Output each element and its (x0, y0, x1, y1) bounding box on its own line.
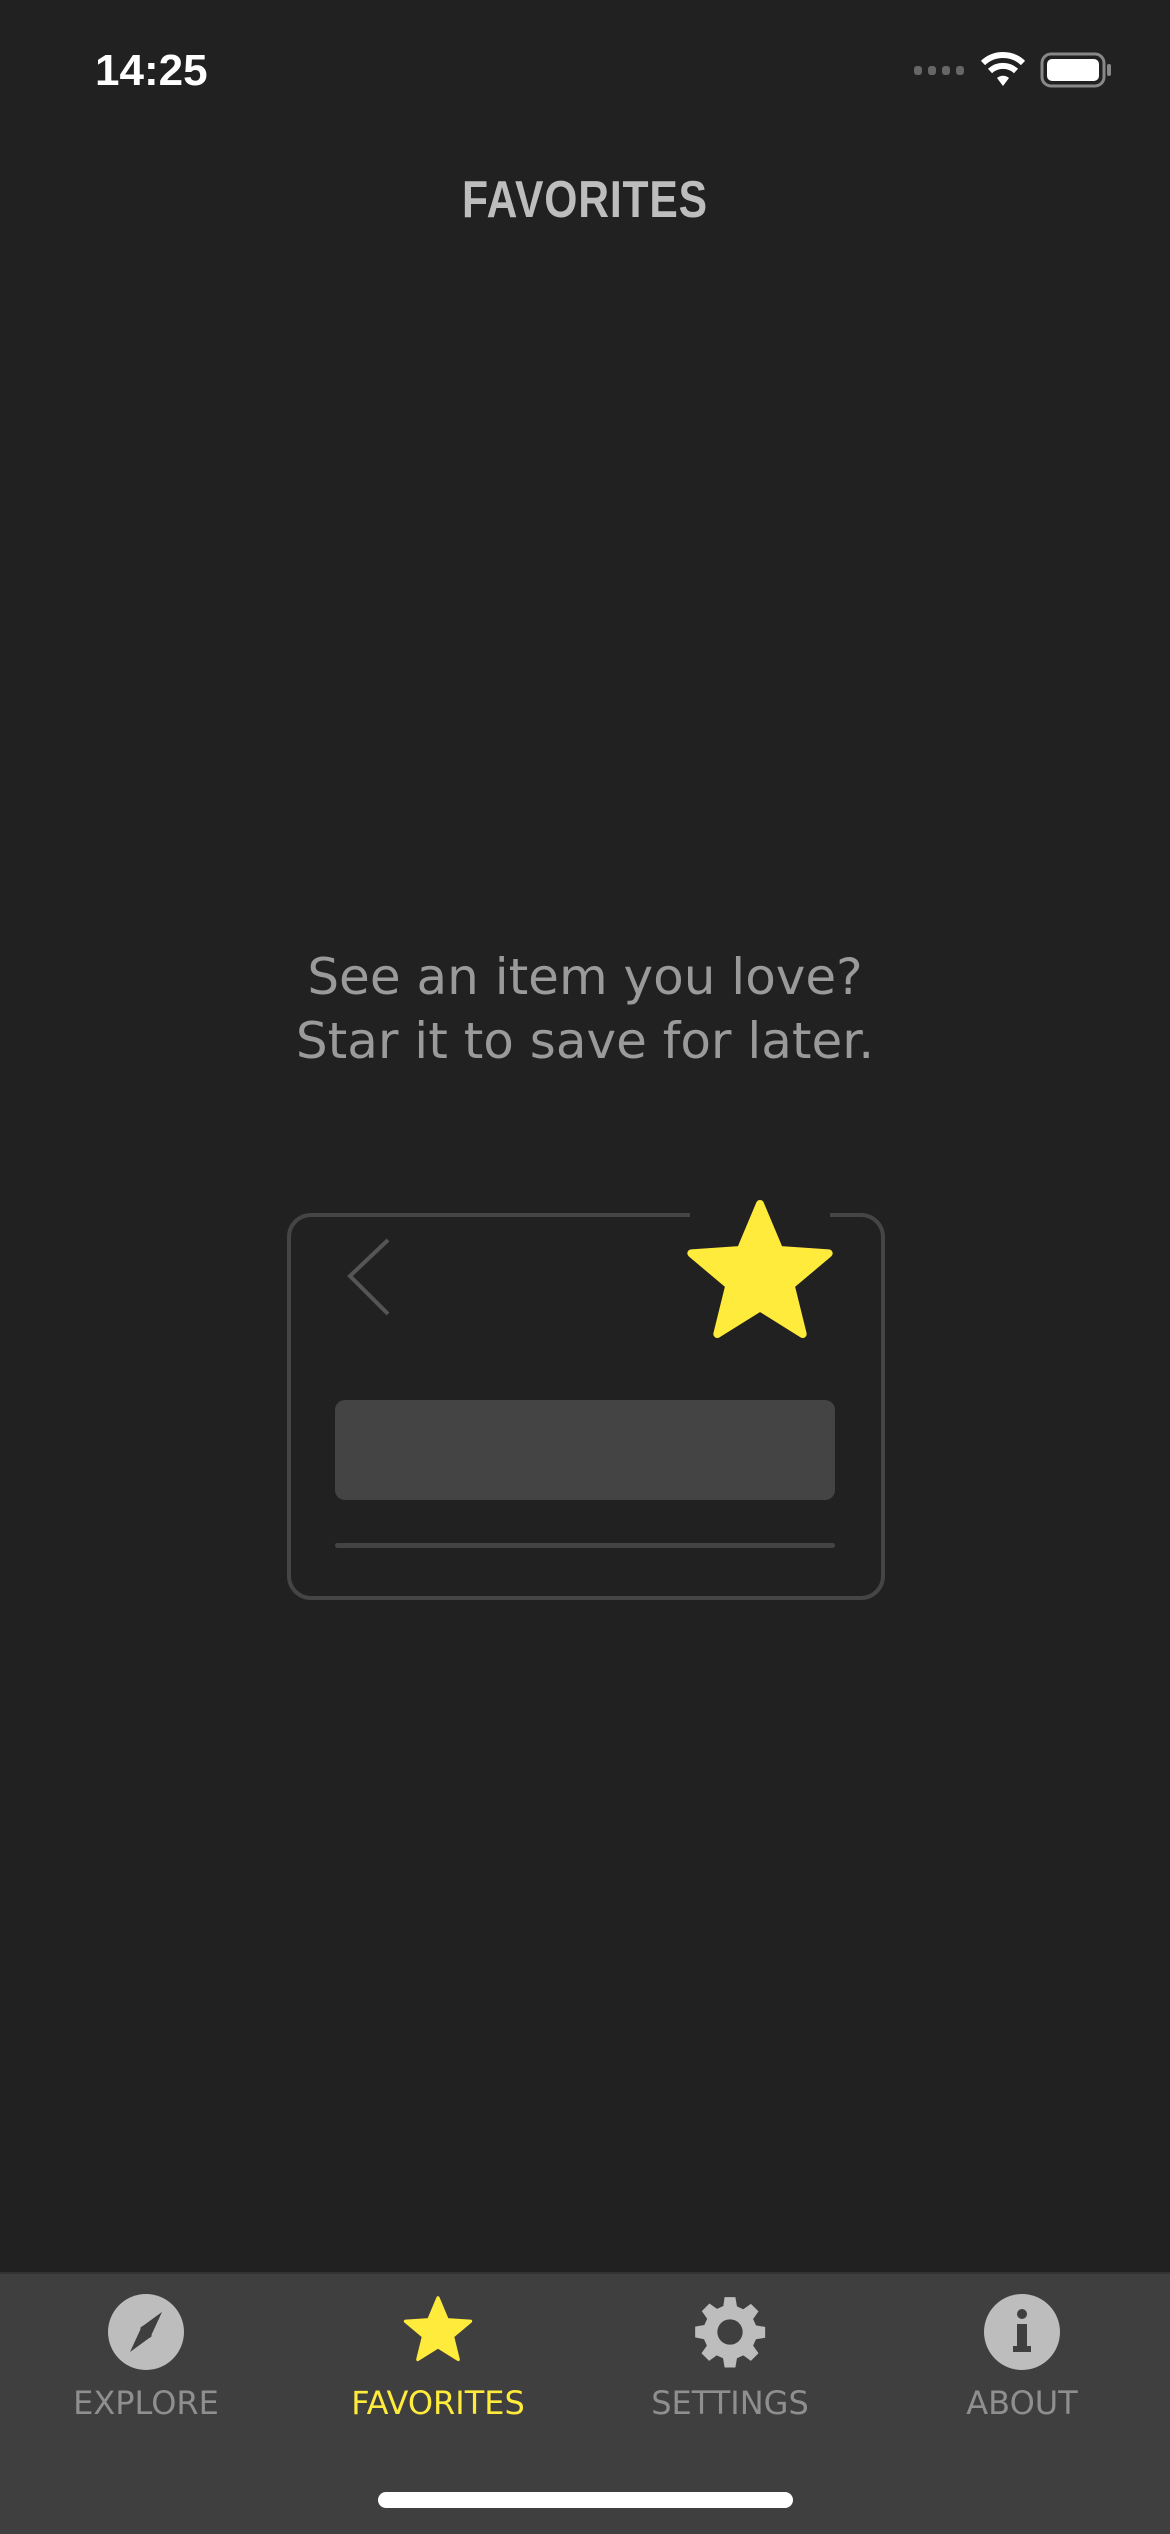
home-indicator[interactable] (378, 2492, 793, 2508)
tab-about[interactable]: ABOUT (876, 2294, 1168, 2422)
illustration-line (335, 1543, 835, 1548)
chevron-left-icon (347, 1238, 390, 1316)
tab-label: SETTINGS (651, 2384, 809, 2422)
tab-label: FAVORITES (351, 2384, 525, 2422)
battery-icon (1040, 52, 1111, 88)
star-icon (687, 1200, 833, 1338)
compass-icon (108, 2294, 184, 2370)
status-time: 14:25 (95, 46, 208, 95)
tab-explore[interactable]: EXPLORE (0, 2294, 292, 2422)
tab-favorites[interactable]: FAVORITES (292, 2294, 584, 2422)
star-icon (403, 2296, 473, 2362)
illustration-bar (335, 1400, 835, 1500)
tab-label: EXPLORE (73, 2384, 219, 2422)
wifi-icon (980, 52, 1026, 86)
status-icons (914, 52, 1112, 88)
empty-message-line2: Star it to save for later. (295, 1012, 875, 1070)
info-icon (984, 2294, 1060, 2370)
page-title: FAVORITES (462, 171, 708, 229)
signal-icon (914, 66, 964, 75)
gear-icon (695, 2297, 766, 2368)
empty-message-line1: See an item you love? (307, 948, 863, 1006)
tab-label: ABOUT (966, 2384, 1078, 2422)
tab-settings[interactable]: SETTINGS (584, 2294, 876, 2422)
